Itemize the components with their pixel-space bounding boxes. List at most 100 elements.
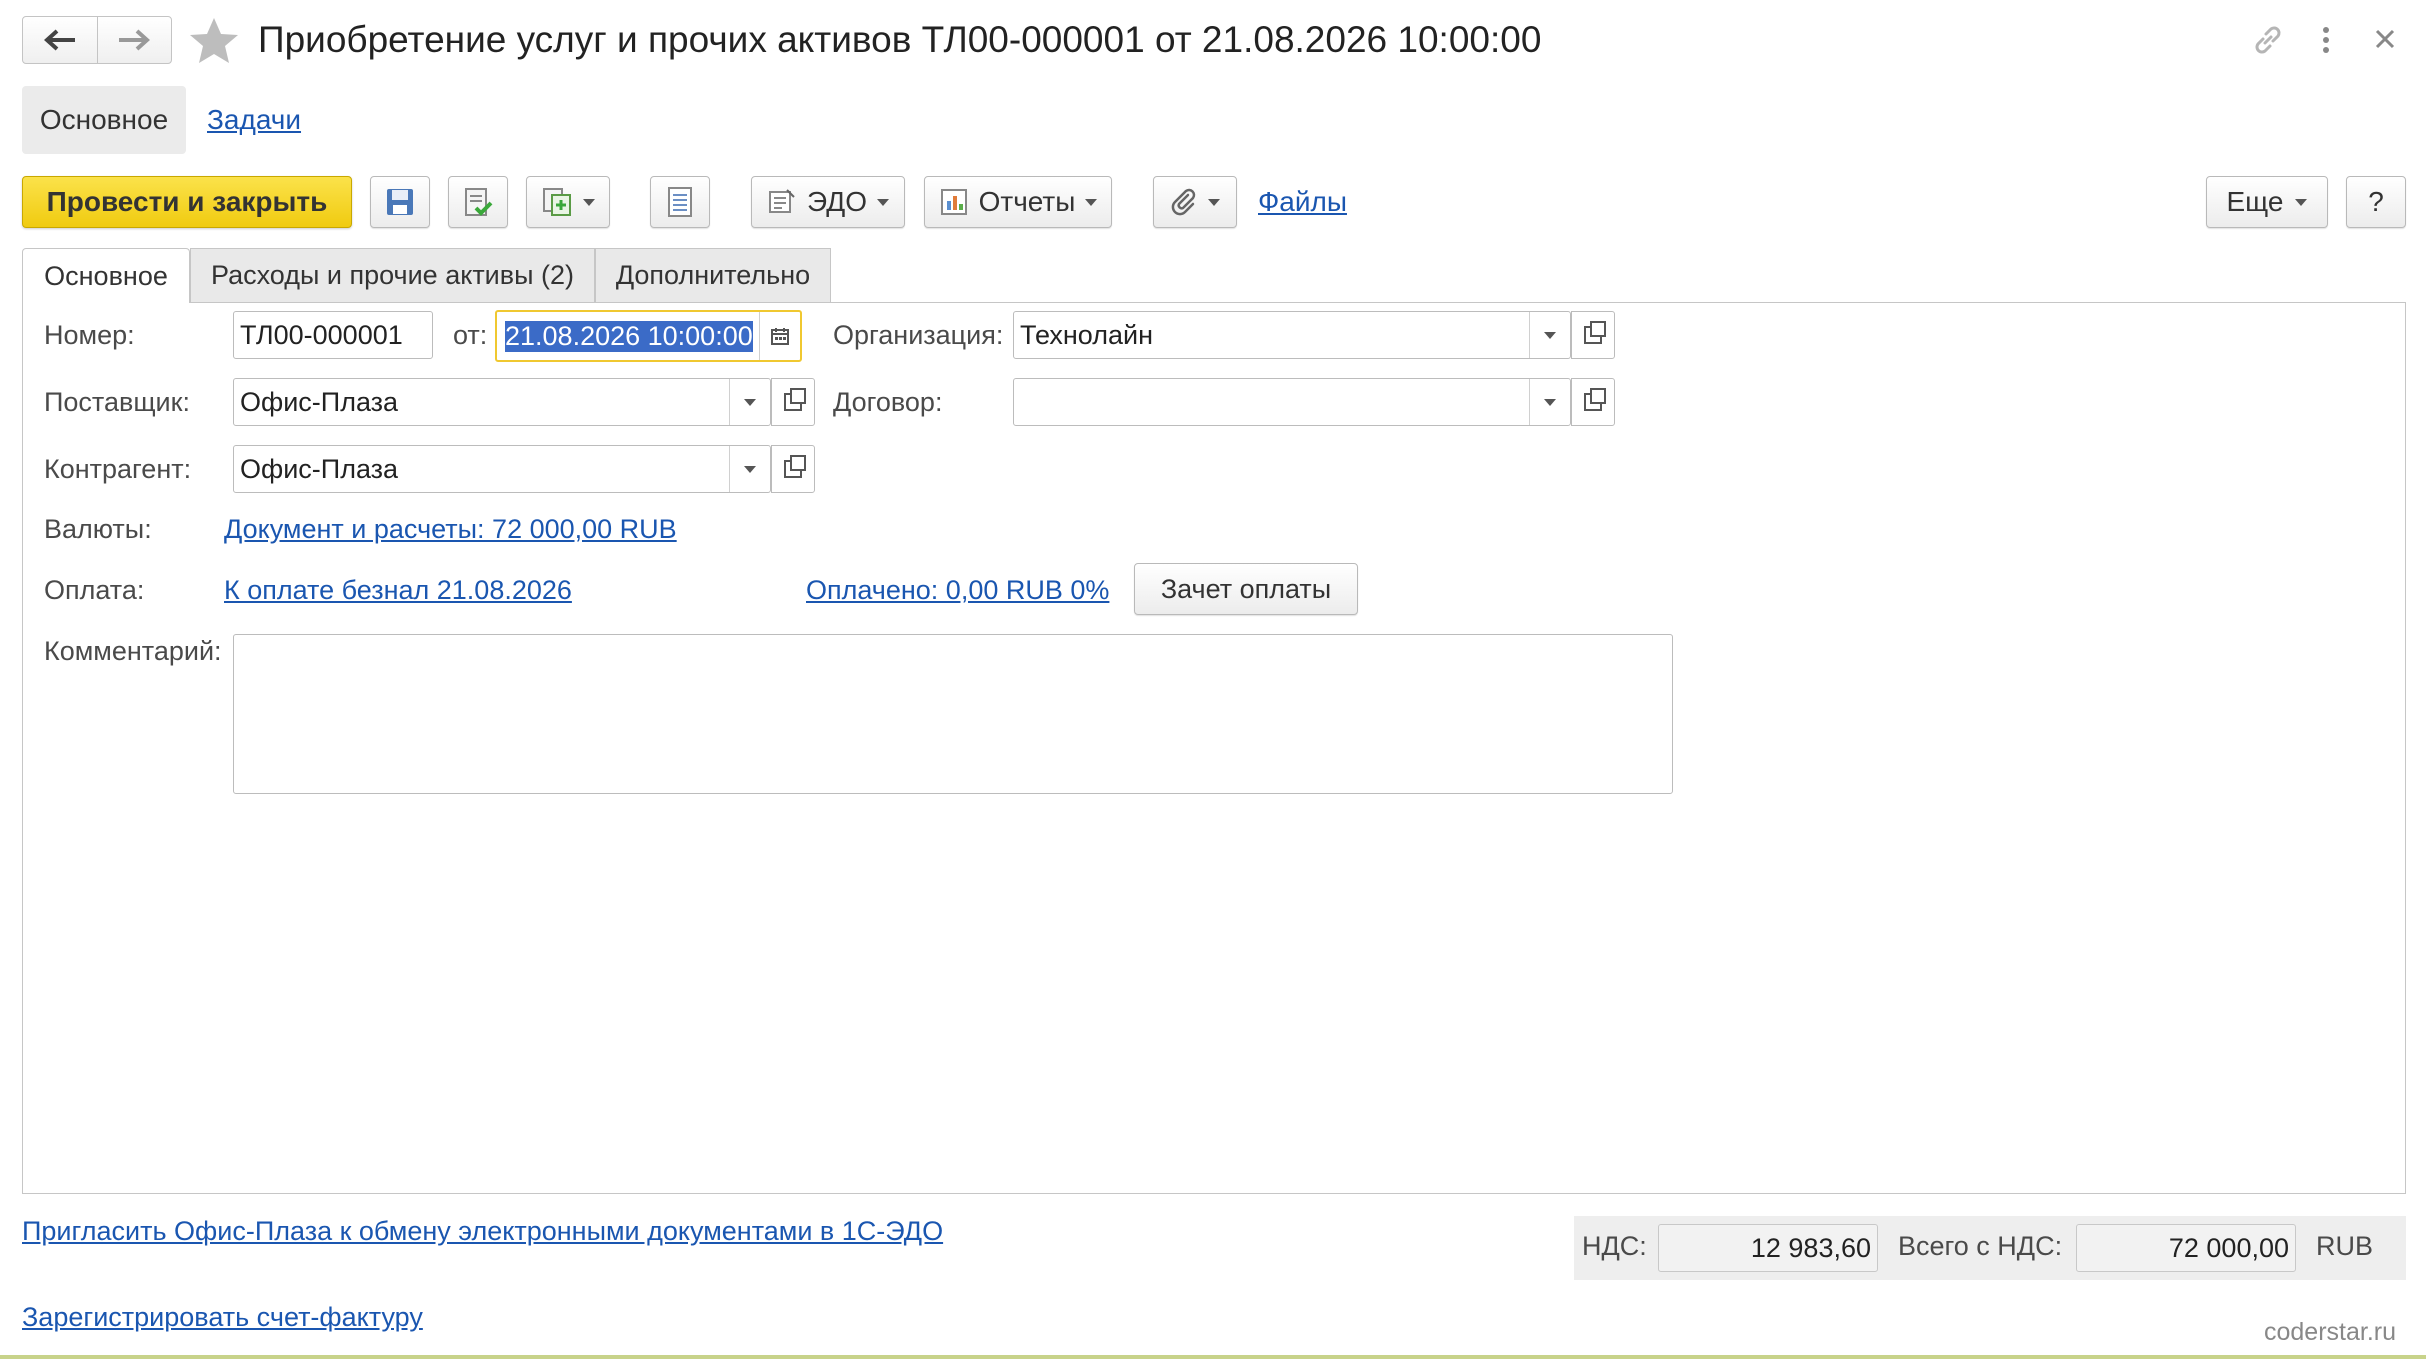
files-link[interactable]: Файлы <box>1258 186 1347 218</box>
reports-icon <box>940 189 967 215</box>
chevron-down-icon <box>1085 198 1098 206</box>
save-button[interactable] <box>370 176 430 228</box>
chevron-down-icon <box>744 398 756 406</box>
payment-label: Оплата: <box>44 575 145 605</box>
date-value-wrap: 21.08.2026 10:00:00 <box>505 312 753 360</box>
supplier-field[interactable]: Офис-Плаза <box>233 378 815 426</box>
create-based-on-button[interactable] <box>526 176 610 228</box>
back-arrow-icon <box>43 29 75 51</box>
currency-link[interactable]: Документ и расчеты: 72 000,00 RUB <box>224 514 677 545</box>
chevron-down-icon <box>1208 198 1220 206</box>
organization-dropdown[interactable] <box>1529 312 1570 358</box>
link-icon[interactable] <box>2250 22 2286 58</box>
counterparty-label: Контрагент: <box>44 454 192 484</box>
vat-label: НДС: <box>1582 1231 1647 1261</box>
chevron-down-icon <box>876 198 889 206</box>
organization-open-button[interactable] <box>1571 311 1615 359</box>
supplier-value: Офис-Плаза <box>240 386 399 417</box>
supplier-label: Поставщик: <box>44 387 190 417</box>
reports-label: Отчеты <box>978 186 1076 217</box>
counterparty-field[interactable]: Офис-Плаза <box>233 445 815 493</box>
form-tab-additional[interactable]: Дополнительно <box>595 248 831 302</box>
more-button[interactable]: Еще <box>2206 176 2328 228</box>
counterparty-dropdown[interactable] <box>729 446 770 492</box>
total-currency: RUB <box>2316 1231 2374 1261</box>
page-title: Приобретение услуг и прочих активов ТЛ00… <box>258 19 1542 60</box>
attachments-button[interactable] <box>1153 176 1237 228</box>
close-icon[interactable] <box>2374 28 2396 50</box>
post-icon <box>465 188 493 216</box>
tab-main[interactable]: Основное <box>22 86 186 154</box>
edo-label: ЭДО <box>807 186 867 217</box>
total-value: 72 000,00 <box>2168 1232 2289 1263</box>
paid-link[interactable]: Оплачено: 0,00 RUB 0% <box>806 575 1109 606</box>
register-invoice-link[interactable]: Зарегистрировать счет-фактуру <box>22 1302 423 1333</box>
post-and-close-button[interactable]: Провести и закрыть <box>22 176 352 228</box>
watermark: coderstar.ru <box>2264 1318 2397 1346</box>
organization-value: Технолайн <box>1020 319 1153 350</box>
comment-label: Комментарий: <box>44 636 222 666</box>
open-form-icon <box>1584 388 1606 411</box>
total-label: Всего с НДС: <box>1898 1231 2063 1261</box>
counterparty-value: Офис-Плаза <box>240 453 399 484</box>
tab-main-label: Основное <box>39 104 169 135</box>
calendar-button[interactable] <box>759 312 800 360</box>
form-tab-additional-label: Дополнительно <box>615 260 811 290</box>
vat-value: 12 983,60 <box>1750 1232 1871 1263</box>
open-form-icon <box>784 455 806 478</box>
payment-offset-label: Зачет оплаты <box>1160 573 1332 604</box>
post-button[interactable] <box>448 176 508 228</box>
comment-textarea[interactable] <box>233 634 1673 794</box>
help-button[interactable]: ? <box>2346 176 2406 228</box>
supplier-open-button[interactable] <box>771 378 815 426</box>
contract-label: Договор: <box>833 387 943 417</box>
calendar-icon <box>771 328 789 345</box>
chevron-down-icon <box>2295 198 2308 206</box>
date-value: 21.08.2026 10:00:00 <box>505 320 753 352</box>
chevron-down-icon <box>1544 331 1556 339</box>
create-based-on-icon <box>543 188 571 216</box>
contract-field[interactable] <box>1013 378 1615 426</box>
form-tab-main[interactable]: Основное <box>22 248 190 303</box>
nav-back-forward <box>22 16 172 64</box>
vat-value-field: 12 983,60 <box>1658 1224 1878 1272</box>
forward-button[interactable] <box>98 17 172 63</box>
kebab-menu-icon[interactable] <box>2316 22 2336 58</box>
invite-edo-link[interactable]: Пригласить Офис-Плаза к обмену электронн… <box>22 1216 943 1247</box>
form-tab-expenses[interactable]: Расходы и прочие активы (2) <box>190 248 595 302</box>
counterparty-open-button[interactable] <box>771 445 815 493</box>
bottom-accent-line <box>0 1355 2426 1359</box>
supplier-dropdown[interactable] <box>729 379 770 425</box>
organization-label: Организация: <box>833 320 1004 350</box>
form-tab-expenses-label: Расходы и прочие активы (2) <box>210 260 575 290</box>
save-icon <box>387 189 413 215</box>
tab-tasks[interactable]: Задачи <box>207 104 301 136</box>
chevron-down-icon <box>1544 398 1556 406</box>
paperclip-icon <box>1171 188 1196 216</box>
contract-open-button[interactable] <box>1571 378 1615 426</box>
number-field[interactable]: ТЛ00-000001 <box>233 311 433 359</box>
post-and-close-label: Провести и закрыть <box>46 186 328 217</box>
number-value: ТЛ00-000001 <box>240 319 403 350</box>
back-button[interactable] <box>23 17 98 63</box>
forward-arrow-icon <box>119 29 151 51</box>
organization-field[interactable]: Технолайн <box>1013 311 1615 359</box>
help-label: ? <box>2368 186 2384 217</box>
open-form-icon <box>784 388 806 411</box>
currency-label: Валюты: <box>44 514 152 544</box>
edo-icon <box>769 189 795 213</box>
payment-offset-button[interactable]: Зачет оплаты <box>1134 563 1358 615</box>
document-button[interactable] <box>650 176 710 228</box>
open-form-icon <box>1584 321 1606 344</box>
payment-link[interactable]: К оплате безнал 21.08.2026 <box>224 575 572 606</box>
form-tab-main-label: Основное <box>44 260 168 291</box>
edo-button[interactable]: ЭДО <box>751 176 905 228</box>
date-label: от: <box>453 320 488 350</box>
star-icon[interactable] <box>188 16 240 66</box>
contract-dropdown[interactable] <box>1529 379 1570 425</box>
date-field[interactable]: 21.08.2026 10:00:00 <box>495 310 802 362</box>
reports-button[interactable]: Отчеты <box>924 176 1112 228</box>
chevron-down-icon <box>583 198 595 206</box>
more-label: Еще <box>2226 186 2284 217</box>
number-label: Номер: <box>44 320 135 350</box>
